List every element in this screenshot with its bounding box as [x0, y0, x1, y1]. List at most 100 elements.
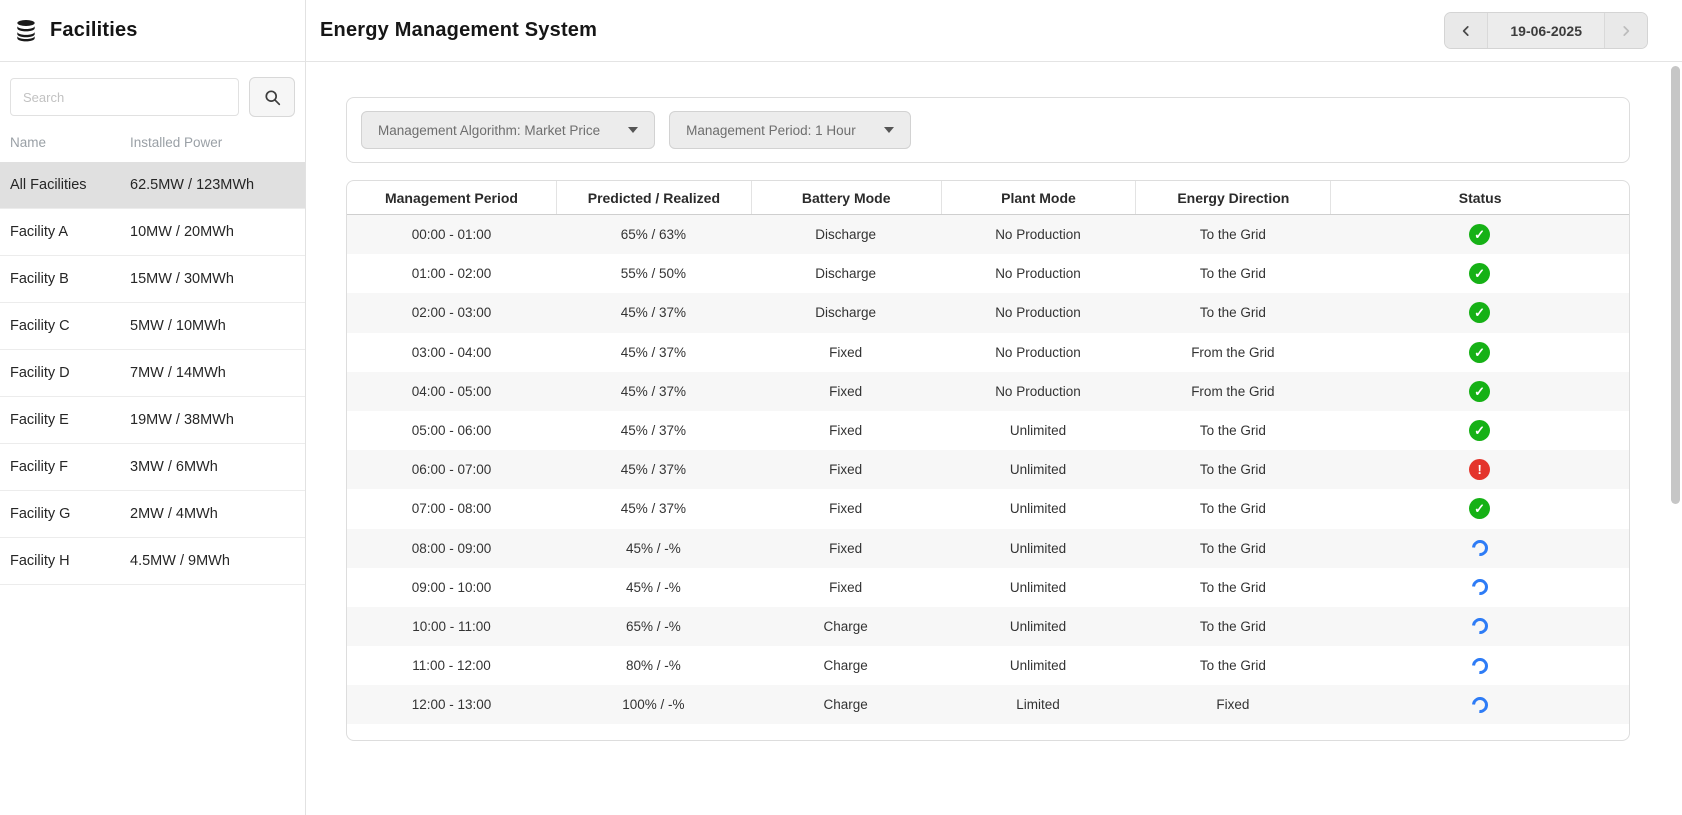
cell-battery-mode: Discharge	[751, 227, 941, 242]
cell-predicted-realized: 45% / 37%	[556, 423, 751, 438]
pending-status-icon	[1468, 697, 1491, 713]
facility-name: Facility C	[10, 318, 130, 334]
facility-row[interactable]: Facility G 2MW / 4MWh	[0, 491, 305, 538]
facility-installed-power: 7MW / 14MWh	[130, 365, 295, 381]
cell-management-period: 08:00 - 09:00	[347, 541, 556, 556]
previous-day-button[interactable]	[1445, 13, 1487, 48]
cell-predicted-realized: 45% / -%	[556, 580, 751, 595]
column-plant-mode: Plant Mode	[941, 181, 1136, 214]
management-algorithm-dropdown[interactable]: Management Algorithm: Market Price	[361, 111, 655, 149]
page-title: Energy Management System	[320, 19, 597, 42]
cell-battery-mode: Charge	[751, 658, 941, 673]
cell-energy-direction: To the Grid	[1135, 501, 1330, 516]
cell-plant-mode: Unlimited	[941, 462, 1136, 477]
success-status-icon	[1469, 342, 1490, 363]
cell-management-period: 04:00 - 05:00	[347, 384, 556, 399]
cell-energy-direction: To the Grid	[1135, 462, 1330, 477]
success-status-icon	[1469, 381, 1490, 402]
cell-energy-direction: To the Grid	[1135, 227, 1330, 242]
cell-battery-mode: Discharge	[751, 305, 941, 320]
cell-management-period: 01:00 - 02:00	[347, 266, 556, 281]
cell-status	[1330, 263, 1629, 284]
column-battery-mode: Battery Mode	[751, 181, 941, 214]
chevron-right-icon	[1619, 24, 1633, 38]
cell-status	[1330, 420, 1629, 441]
success-status-icon	[1469, 224, 1490, 245]
cell-status	[1330, 302, 1629, 323]
current-date: 19-06-2025	[1487, 13, 1605, 48]
sidebar: Facilities Name Installed Power All Faci…	[0, 0, 306, 815]
cell-status	[1330, 342, 1629, 363]
cell-energy-direction: From the Grid	[1135, 384, 1330, 399]
pending-status-icon	[1468, 579, 1491, 595]
main-panel: Energy Management System 19-06-2025	[306, 0, 1682, 815]
column-energy-direction: Energy Direction	[1135, 181, 1330, 214]
facility-installed-power: 62.5MW / 123MWh	[130, 177, 295, 193]
search-icon	[264, 89, 281, 106]
chevron-left-icon	[1459, 24, 1473, 38]
app-window: Facilities Name Installed Power All Faci…	[0, 0, 1682, 815]
cell-plant-mode: Unlimited	[941, 541, 1136, 556]
facility-installed-power: 15MW / 30MWh	[130, 271, 295, 287]
column-predicted-realized: Predicted / Realized	[556, 181, 751, 214]
cell-energy-direction: To the Grid	[1135, 580, 1330, 595]
error-status-icon	[1469, 459, 1490, 480]
column-installed-power: Installed Power	[130, 135, 295, 150]
facility-row[interactable]: Facility H 4.5MW / 9MWh	[0, 538, 305, 585]
search-button[interactable]	[249, 77, 295, 117]
cell-status	[1330, 381, 1629, 402]
management-period-dropdown[interactable]: Management Period: 1 Hour	[669, 111, 911, 149]
next-day-button[interactable]	[1605, 13, 1647, 48]
cell-plant-mode: No Production	[941, 384, 1136, 399]
facility-row[interactable]: Facility A 10MW / 20MWh	[0, 209, 305, 256]
cell-plant-mode: Unlimited	[941, 580, 1136, 595]
chevron-down-icon	[628, 127, 638, 133]
table-row: 11:00 - 12:00 80% / -% Charge Unlimited …	[347, 646, 1629, 685]
cell-energy-direction: To the Grid	[1135, 305, 1330, 320]
cell-predicted-realized: 45% / 37%	[556, 305, 751, 320]
cell-energy-direction: To the Grid	[1135, 541, 1330, 556]
cell-predicted-realized: 100% / -%	[556, 697, 751, 712]
cell-energy-direction: Fixed	[1135, 697, 1330, 712]
facility-installed-power: 5MW / 10MWh	[130, 318, 295, 334]
cell-status	[1330, 540, 1629, 556]
cell-energy-direction: To the Grid	[1135, 619, 1330, 634]
facility-installed-power: 2MW / 4MWh	[130, 506, 295, 522]
cell-predicted-realized: 65% / -%	[556, 619, 751, 634]
cell-predicted-realized: 65% / 63%	[556, 227, 751, 242]
facility-row[interactable]: Facility E 19MW / 38MWh	[0, 397, 305, 444]
pending-status-icon	[1468, 658, 1491, 674]
success-status-icon	[1469, 302, 1490, 323]
table-header-row: Management Period Predicted / Realized B…	[347, 181, 1629, 215]
facility-row[interactable]: Facility F 3MW / 6MWh	[0, 444, 305, 491]
facility-name: All Facilities	[10, 177, 130, 193]
cell-battery-mode: Fixed	[751, 384, 941, 399]
facility-row[interactable]: Facility C 5MW / 10MWh	[0, 303, 305, 350]
facility-row[interactable]: Facility D 7MW / 14MWh	[0, 350, 305, 397]
cell-plant-mode: Unlimited	[941, 658, 1136, 673]
cell-battery-mode: Fixed	[751, 462, 941, 477]
table-row: 07:00 - 08:00 45% / 37% Fixed Unlimited …	[347, 489, 1629, 528]
management-period-value: Management Period: 1 Hour	[686, 123, 856, 138]
table-body: 00:00 - 01:00 65% / 63% Discharge No Pro…	[347, 215, 1629, 724]
cell-energy-direction: To the Grid	[1135, 658, 1330, 673]
search-input[interactable]	[10, 78, 239, 116]
cell-plant-mode: Limited	[941, 697, 1136, 712]
facility-column-headers: Name Installed Power	[0, 129, 305, 162]
cell-battery-mode: Fixed	[751, 541, 941, 556]
scrollbar-thumb[interactable]	[1671, 66, 1680, 504]
cell-battery-mode: Fixed	[751, 501, 941, 516]
cell-plant-mode: No Production	[941, 345, 1136, 360]
column-management-period: Management Period	[347, 181, 556, 214]
facility-row[interactable]: Facility B 15MW / 30MWh	[0, 256, 305, 303]
cell-predicted-realized: 45% / 37%	[556, 462, 751, 477]
cell-predicted-realized: 45% / 37%	[556, 384, 751, 399]
success-status-icon	[1469, 498, 1490, 519]
column-name: Name	[10, 135, 130, 150]
cell-battery-mode: Discharge	[751, 266, 941, 281]
cell-status	[1330, 618, 1629, 634]
main-header: Energy Management System 19-06-2025	[306, 0, 1682, 62]
cell-predicted-realized: 45% / -%	[556, 541, 751, 556]
sidebar-header: Facilities	[0, 0, 305, 62]
facility-row[interactable]: All Facilities 62.5MW / 123MWh	[0, 162, 305, 209]
